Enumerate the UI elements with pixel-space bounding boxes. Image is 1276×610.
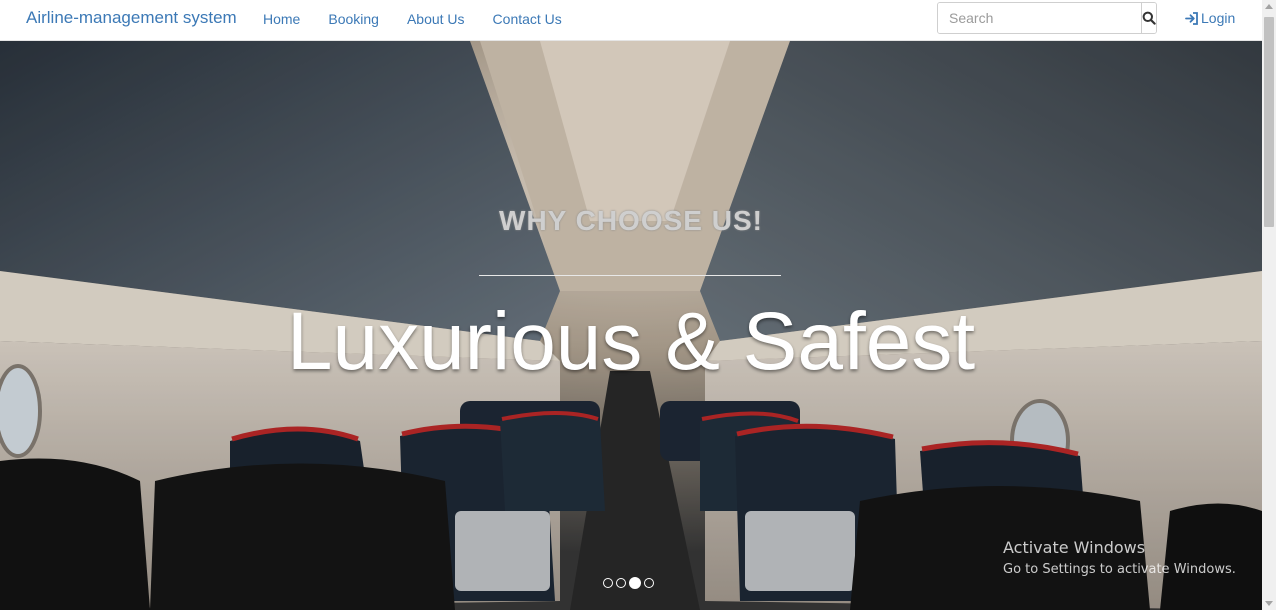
- nav-links: Home Booking About Us Contact Us: [263, 11, 590, 27]
- scroll-down-arrow-icon[interactable]: [1265, 601, 1273, 606]
- carousel-indicator-2[interactable]: [616, 578, 626, 588]
- carousel-indicators: [603, 577, 654, 589]
- login-label: Login: [1201, 10, 1236, 26]
- scroll-up-arrow-icon[interactable]: [1265, 4, 1273, 9]
- hero-headline: Luxurious & Safest: [286, 296, 976, 387]
- navbar: Airline-management system Home Booking A…: [0, 0, 1262, 41]
- nav-about-link[interactable]: About Us: [407, 11, 465, 27]
- carousel-indicator-4[interactable]: [644, 578, 654, 588]
- hero-divider: [479, 275, 781, 276]
- nav-booking-link[interactable]: Booking: [328, 11, 379, 27]
- activate-windows-watermark: Activate Windows Go to Settings to activ…: [1003, 538, 1236, 577]
- nav-home-link[interactable]: Home: [263, 11, 300, 27]
- login-link[interactable]: Login: [1185, 10, 1235, 26]
- vertical-scrollbar[interactable]: [1262, 0, 1276, 610]
- brand-link[interactable]: Airline-management system: [26, 8, 237, 28]
- watermark-subtitle: Go to Settings to activate Windows.: [1003, 562, 1236, 577]
- search-form: [937, 2, 1157, 34]
- search-button[interactable]: [1141, 3, 1156, 33]
- watermark-title: Activate Windows: [1003, 538, 1146, 557]
- hero-kicker: WHY CHOOSE US!: [499, 205, 763, 236]
- search-input[interactable]: [938, 3, 1141, 33]
- hero-carousel[interactable]: WHY CHOOSE US! Luxurious & Safest Activa…: [0, 41, 1262, 610]
- carousel-indicator-3[interactable]: [629, 577, 641, 589]
- nav-contact-link[interactable]: Contact Us: [493, 11, 562, 27]
- carousel-indicator-1[interactable]: [603, 578, 613, 588]
- search-icon: [1142, 11, 1156, 25]
- scrollbar-thumb[interactable]: [1264, 17, 1274, 227]
- login-icon: [1185, 11, 1198, 25]
